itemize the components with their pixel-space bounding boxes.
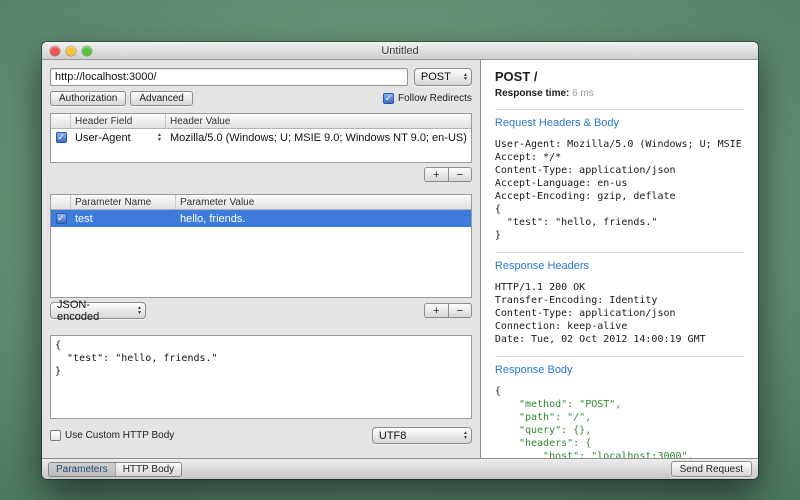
code-line: Accept-Encoding: gzip, deflate xyxy=(494,191,676,202)
header-value-cell[interactable]: Mozilla/5.0 (Windows; U; MSIE 9.0; Windo… xyxy=(166,132,471,144)
remove-parameter-button[interactable]: − xyxy=(447,303,472,318)
response-headers-code: HTTP/1.1 200 OK Transfer-Encoding: Ident… xyxy=(495,281,744,346)
zoom-button[interactable] xyxy=(82,46,92,56)
response-time-value: 6 ms xyxy=(572,88,594,99)
window-title: Untitled xyxy=(381,44,419,57)
response-body-section: Response Body { "method": "POST", "path"… xyxy=(494,356,744,458)
segment-parameters[interactable]: Parameters xyxy=(49,462,115,476)
response-time: Response time: 6 ms xyxy=(495,88,744,99)
body-options-row: Use Custom HTTP Body UTF8 ▲ ▼ xyxy=(50,427,472,444)
chevron-up-down-icon: ▲ ▼ xyxy=(137,305,142,316)
parameter-row-test[interactable]: ✓ test hello, friends. xyxy=(51,210,471,227)
code-line: { xyxy=(494,204,501,215)
check-icon: ✓ xyxy=(57,213,65,223)
request-options-row: Authorization Advanced ✓ Follow Redirect… xyxy=(50,91,472,106)
response-body-code: { "method": "POST", "path": "/", "query"… xyxy=(495,385,744,458)
follow-redirects-checkbox[interactable]: ✓ xyxy=(382,93,394,104)
encoding-select[interactable]: JSON-encoded ▲ ▼ xyxy=(50,299,146,323)
parameter-name-cell[interactable]: test xyxy=(71,213,176,225)
method-select-value: POST xyxy=(420,71,451,83)
titlebar[interactable]: Untitled xyxy=(42,42,758,60)
chevron-up-down-icon: ▲ ▼ xyxy=(462,430,468,441)
parameters-table: Parameter Name Parameter Value ✓ test he… xyxy=(50,194,472,298)
header-enabled-checkbox[interactable]: ✓ xyxy=(55,132,67,143)
code-line: Connection: keep-alive xyxy=(494,321,628,332)
minimize-button[interactable] xyxy=(66,46,76,56)
view-segmented-control: Parameters HTTP Body xyxy=(48,461,183,477)
params-value-column-header[interactable]: Parameter Value xyxy=(176,195,471,209)
follow-redirects-option: ✓ Follow Redirects xyxy=(382,93,472,104)
headers-table-header: Header Field Header Value xyxy=(51,114,471,129)
parameters-table-header: Parameter Name Parameter Value xyxy=(51,195,471,210)
header-field-cell[interactable]: User-Agent ▲ ▼ xyxy=(71,132,166,144)
code-line: Date: Tue, 02 Oct 2012 14:00:19 GMT xyxy=(494,334,706,345)
chevron-up-down-icon: ▲ ▼ xyxy=(462,71,468,82)
code-line: Accept: */* xyxy=(494,152,562,163)
code-line: "headers": { xyxy=(494,438,592,449)
url-row: POST ▲▼ xyxy=(50,68,472,86)
segment-http-body[interactable]: HTTP Body xyxy=(114,462,182,476)
response-time-label: Response time: xyxy=(494,88,570,99)
url-input[interactable] xyxy=(50,68,408,86)
header-field-text: User-Agent xyxy=(75,131,131,144)
code-line: Content-Type: application/json xyxy=(494,308,676,319)
add-header-button[interactable]: + xyxy=(423,167,448,182)
code-line: } xyxy=(494,230,501,241)
code-line: HTTP/1.1 200 OK xyxy=(494,282,586,293)
code-line: "method": "POST", xyxy=(494,399,622,410)
code-line: { xyxy=(494,386,501,397)
advanced-button[interactable]: Advanced xyxy=(130,91,193,106)
main-area: POST ▲▼ Authorization Advanced ✓ Follow … xyxy=(42,60,758,458)
params-check-column-header xyxy=(51,195,71,209)
footer-bar: Parameters HTTP Body Send Request xyxy=(42,458,758,479)
request-headers-section: Request Headers & Body User-Agent: Mozil… xyxy=(494,109,744,242)
code-line: User-Agent: Mozilla/5.0 (Windows; U; MSI… xyxy=(494,139,742,150)
response-headers-section: Response Headers HTTP/1.1 200 OK Transfe… xyxy=(494,252,744,346)
headers-check-column-header xyxy=(51,114,71,128)
header-row-user-agent[interactable]: ✓ User-Agent ▲ ▼ Mozilla/5.0 (Windows; U;… xyxy=(51,129,471,146)
parameter-value-cell[interactable]: hello, friends. xyxy=(176,213,471,225)
section-heading: Request Headers & Body xyxy=(494,117,620,129)
stepper-icon[interactable]: ▲ ▼ xyxy=(157,133,162,142)
add-parameter-button[interactable]: + xyxy=(423,303,448,318)
response-title: POST / xyxy=(494,69,538,84)
parameter-enabled-checkbox[interactable]: ✓ xyxy=(55,213,67,224)
check-icon: ✓ xyxy=(57,132,65,142)
check-icon: ✓ xyxy=(384,93,393,103)
headers-value-column-header[interactable]: Header Value xyxy=(166,114,471,128)
section-heading: Response Headers xyxy=(494,260,590,272)
remove-header-button[interactable]: − xyxy=(447,167,472,182)
code-line: Transfer-Encoding: Identity xyxy=(494,295,658,306)
request-panel: POST ▲▼ Authorization Advanced ✓ Follow … xyxy=(42,60,481,458)
charset-select-value: UTF8 xyxy=(378,429,407,442)
code-line: "query": {}, xyxy=(494,425,592,436)
app-window: Untitled POST ▲▼ Authorization Advanced … xyxy=(42,42,758,479)
authorization-button[interactable]: Authorization xyxy=(50,91,127,106)
response-panel[interactable]: POST / Response time: 6 ms Request Heade… xyxy=(480,60,758,458)
custom-body-option: Use Custom HTTP Body xyxy=(50,430,174,441)
section-heading: Response Body xyxy=(494,364,573,376)
request-body-preview[interactable]: { "test": "hello, friends." } xyxy=(50,335,472,419)
request-headers-code: User-Agent: Mozilla/5.0 (Windows; U; MSI… xyxy=(495,138,744,242)
encoding-select-value: JSON-encoded xyxy=(57,298,100,323)
code-line: "test": "hello, friends." xyxy=(494,217,658,228)
send-request-button[interactable]: Send Request xyxy=(670,461,752,477)
code-line: Content-Type: application/json xyxy=(494,165,676,176)
params-name-column-header[interactable]: Parameter Name xyxy=(71,195,176,209)
follow-redirects-label: Follow Redirects xyxy=(397,93,472,104)
headers-table-actions: + − xyxy=(50,167,472,182)
code-line: "host": "localhost:3000", xyxy=(494,451,694,458)
parameters-actions-row: JSON-encoded ▲ ▼ + − xyxy=(50,299,472,323)
charset-select[interactable]: UTF8 ▲ ▼ xyxy=(371,427,472,444)
window-controls xyxy=(50,46,92,56)
close-button[interactable] xyxy=(50,46,60,56)
headers-field-column-header[interactable]: Header Field xyxy=(71,114,166,128)
method-select[interactable]: POST ▲ ▼ xyxy=(413,68,472,86)
code-line: Accept-Language: en-us xyxy=(494,178,628,189)
custom-body-label: Use Custom HTTP Body xyxy=(65,430,175,441)
headers-table: Header Field Header Value ✓ User-Agent ▲… xyxy=(50,113,472,163)
code-line: "path": "/", xyxy=(494,412,592,423)
custom-body-checkbox[interactable] xyxy=(50,430,61,441)
